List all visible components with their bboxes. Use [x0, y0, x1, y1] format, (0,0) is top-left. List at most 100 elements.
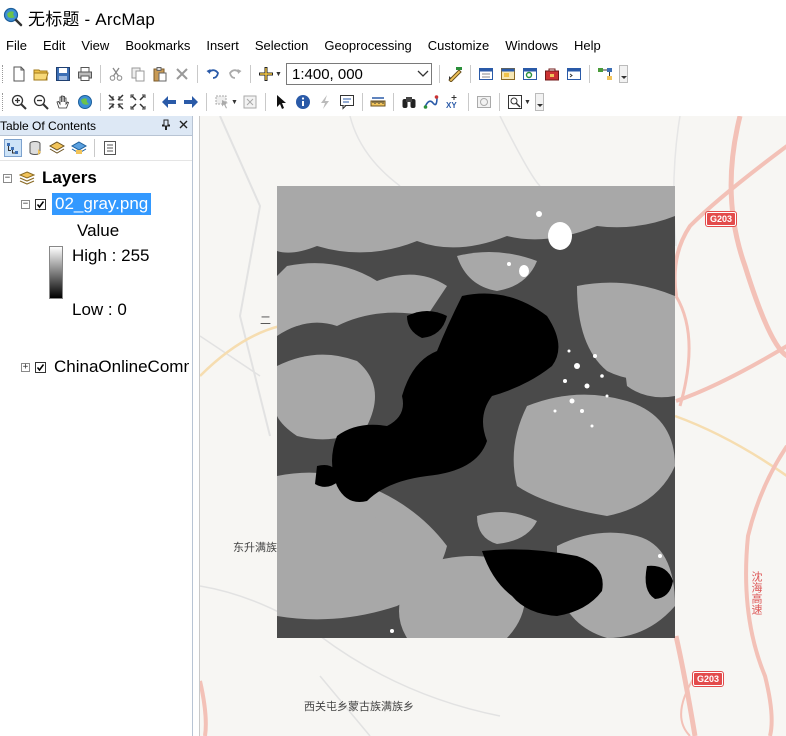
undo-icon[interactable]: [204, 65, 222, 83]
hyperlink-lightning-icon[interactable]: [316, 93, 334, 111]
clear-selection-icon[interactable]: [241, 93, 259, 111]
arcmap-app-icon: [3, 7, 23, 27]
list-by-drawing-order-icon[interactable]: [4, 139, 22, 157]
menu-edit[interactable]: Edit: [35, 34, 73, 58]
pin-icon[interactable]: [161, 119, 171, 133]
save-icon[interactable]: [54, 65, 72, 83]
chevron-down-icon[interactable]: [415, 64, 431, 84]
menu-windows[interactable]: Windows: [497, 34, 566, 58]
select-elements-arrow-icon[interactable]: [272, 93, 290, 111]
legend-field-label: Value: [77, 221, 120, 240]
select-features-dropdown-icon[interactable]: ▼: [231, 99, 238, 106]
expand-layer-icon[interactable]: +: [21, 362, 30, 372]
fixed-zoom-in-icon[interactable]: [107, 93, 125, 111]
toolbar-separator: [362, 93, 363, 111]
open-folder-icon[interactable]: [32, 65, 50, 83]
paste-icon[interactable]: [151, 65, 169, 83]
identify-icon[interactable]: [294, 93, 312, 111]
new-document-icon[interactable]: [10, 65, 28, 83]
search-window-icon[interactable]: [521, 65, 539, 83]
close-icon[interactable]: [179, 120, 188, 132]
layers-root-label: Layers: [42, 168, 97, 187]
find-binoculars-icon[interactable]: [400, 93, 418, 111]
menu-geoprocessing[interactable]: Geoprocessing: [316, 34, 419, 58]
toc-options-icon[interactable]: [101, 139, 119, 157]
delete-icon[interactable]: [173, 65, 191, 83]
layer-row-02-gray[interactable]: − 02_gray.png: [21, 193, 152, 215]
add-data-icon[interactable]: [257, 65, 275, 83]
toolbar-separator: [153, 93, 154, 111]
legend-color-ramp[interactable]: [49, 246, 63, 299]
toolbar-separator: [499, 93, 500, 111]
toolbar-separator: [265, 93, 266, 111]
python-window-icon[interactable]: [565, 65, 583, 83]
collapse-layers-icon[interactable]: −: [3, 173, 12, 183]
toc-title: Table Of Contents: [0, 118, 97, 133]
toolbar-grip[interactable]: [2, 93, 5, 111]
list-by-source-icon[interactable]: [26, 139, 44, 157]
go-back-arrow-icon[interactable]: [160, 93, 178, 111]
toc-header: Table Of Contents: [0, 116, 192, 136]
layers-root-row[interactable]: − Layers: [3, 168, 97, 188]
model-builder-icon[interactable]: [596, 65, 614, 83]
print-icon[interactable]: [76, 65, 94, 83]
list-by-selection-icon[interactable]: [70, 139, 88, 157]
time-slider-icon[interactable]: [475, 93, 493, 111]
collapse-layer-icon[interactable]: −: [21, 199, 30, 209]
layer-visibility-checkbox[interactable]: [35, 198, 46, 210]
toolbar-separator: [206, 93, 207, 111]
zoom-in-icon[interactable]: [10, 93, 28, 111]
menu-insert[interactable]: Insert: [198, 34, 247, 58]
map-scale-select[interactable]: 1:400, 000: [286, 63, 432, 85]
layers-stack-icon: [18, 169, 36, 187]
table-of-contents-panel: Table Of Contents − Layers − 02_gray.png…: [0, 116, 193, 736]
full-extent-globe-icon[interactable]: [76, 93, 94, 111]
map-display[interactable]: 二 东升满族 西关屯乡蒙古族满族乡 沈海高速 G203 G203: [199, 116, 786, 736]
toolbar-overflow-button[interactable]: [535, 93, 544, 111]
map-label-fragment: 二: [260, 315, 271, 327]
layer-row-china-online[interactable]: + ChinaOnlineCommunity: [21, 357, 189, 377]
standard-toolbar: ▼ 1:400, 000: [0, 60, 786, 88]
menu-help[interactable]: Help: [566, 34, 609, 58]
copy-icon[interactable]: [129, 65, 147, 83]
find-route-icon[interactable]: [422, 93, 440, 111]
pan-hand-icon[interactable]: [54, 93, 72, 111]
map-scale-value: 1:400, 000: [292, 65, 363, 83]
arctoolbox-icon[interactable]: [543, 65, 561, 83]
road-shield-g203: G203: [691, 671, 725, 687]
measure-ruler-icon[interactable]: [369, 93, 387, 111]
menu-selection[interactable]: Selection: [247, 34, 316, 58]
cut-icon[interactable]: [107, 65, 125, 83]
toolbar-grip[interactable]: [2, 65, 5, 83]
toc-toolbar: [0, 136, 192, 161]
fixed-zoom-out-icon[interactable]: [129, 93, 147, 111]
toolbar-separator: [197, 65, 198, 83]
menu-bookmarks[interactable]: Bookmarks: [117, 34, 198, 58]
layer-visibility-checkbox[interactable]: [35, 361, 46, 373]
table-of-contents-icon[interactable]: [477, 65, 495, 83]
title-bar: 无标题 - ArcMap: [0, 0, 786, 34]
magnifier-dropdown-icon[interactable]: ▼: [524, 99, 531, 106]
zoom-out-icon[interactable]: [32, 93, 50, 111]
raster-layer-02-gray[interactable]: [277, 186, 675, 638]
go-forward-arrow-icon[interactable]: [182, 93, 200, 111]
menu-view[interactable]: View: [73, 34, 117, 58]
menu-bar: File Edit View Bookmarks Insert Selectio…: [0, 34, 786, 58]
menu-file[interactable]: File: [0, 34, 35, 58]
go-to-xy-icon[interactable]: XY: [444, 93, 462, 111]
add-data-dropdown-icon[interactable]: ▼: [275, 71, 282, 78]
redo-icon[interactable]: [226, 65, 244, 83]
html-popup-icon[interactable]: [338, 93, 356, 111]
editor-toolbar-icon[interactable]: [446, 65, 464, 83]
map-label-dongsheng: 东升满族: [233, 542, 277, 554]
select-features-icon[interactable]: [213, 93, 231, 111]
catalog-window-icon[interactable]: [499, 65, 517, 83]
toolbar-separator: [468, 93, 469, 111]
magnifier-window-icon[interactable]: [506, 93, 524, 111]
list-by-visibility-icon[interactable]: [48, 139, 66, 157]
toolbar-separator: [589, 65, 590, 83]
toolbar-overflow-button[interactable]: [619, 65, 628, 83]
menu-customize[interactable]: Customize: [420, 34, 497, 58]
layer-name-label[interactable]: ChinaOnlineCommunity: [54, 357, 189, 377]
layer-name-label[interactable]: 02_gray.png: [52, 193, 152, 215]
